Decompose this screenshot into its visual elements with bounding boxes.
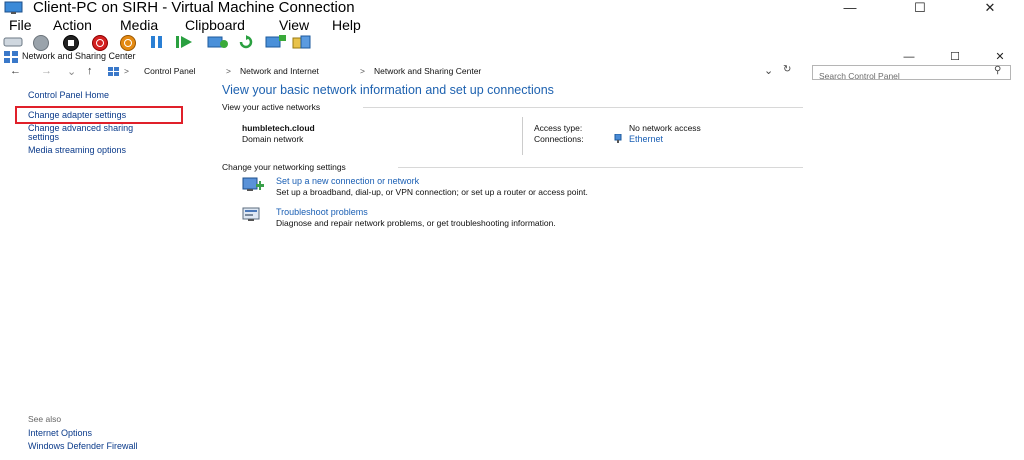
explorer-title: Network and Sharing Center [22,51,136,61]
menu-media[interactable]: Media [120,17,158,33]
access-type-value: No network access [629,123,701,133]
troubleshoot-icon [242,207,260,221]
power-icon[interactable] [120,35,136,51]
troubleshoot-description: Diagnose and repair network problems, or… [276,218,556,228]
minimize-button[interactable]: — [830,0,870,16]
connections-label: Connections: [534,134,584,144]
menu-help[interactable]: Help [332,17,361,33]
address-dropdown-button[interactable]: ⌄ [764,64,773,77]
section-divider [363,107,803,108]
share-icon[interactable] [292,35,312,49]
section-divider [398,167,803,168]
shutdown-icon[interactable] [92,35,108,51]
window-title: Client-PC on SIRH - Virtual Machine Conn… [33,0,355,16]
access-type-label: Access type: [534,123,583,133]
address-bar[interactable]: > Control Panel > Network and Internet >… [106,64,800,79]
ethernet-link[interactable]: Ethernet [629,134,663,144]
menu-clipboard[interactable]: Clipboard [185,17,245,33]
change-settings-label: Change your networking settings [222,162,346,172]
refresh-button[interactable]: ↻ [783,64,791,75]
troubleshoot-problems-link[interactable]: Troubleshoot problems [276,207,368,217]
back-button[interactable]: ← [10,65,21,77]
internet-options-link[interactable]: Internet Options [28,428,92,438]
setup-connection-link[interactable]: Set up a new connection or network [276,176,419,186]
control-panel-icon [108,67,119,76]
explorer-minimize-button[interactable]: — [894,50,924,64]
maximize-button[interactable]: ☐ [900,0,940,16]
close-button[interactable]: ✕ [970,0,1010,16]
change-adapter-settings-link[interactable]: Change adapter settings [28,110,126,120]
explorer-close-button[interactable]: ✕ [985,50,1015,64]
menu-action[interactable]: Action [53,17,92,33]
breadcrumb-separator: > [360,66,365,76]
breadcrumb-network-and-internet[interactable]: Network and Internet [240,66,319,76]
media-streaming-options-link[interactable]: Media streaming options [28,145,126,155]
resume-icon[interactable] [176,36,194,49]
network-name: humbletech.cloud [242,123,315,133]
search-box[interactable]: ⚲ [812,65,1011,82]
menu-file[interactable]: File [9,17,32,33]
menu-bar: File Action Media Clipboard View Help [0,17,1024,34]
up-button[interactable]: ↑ [87,65,93,77]
vm-connection-icon [4,1,23,14]
breadcrumb-separator: > [226,66,231,76]
setup-connection-description: Set up a broadband, dial-up, or VPN conn… [276,187,588,197]
pause-icon[interactable] [150,36,164,49]
new-connection-icon [242,177,264,191]
breadcrumb-control-panel[interactable]: Control Panel [144,66,196,76]
vm-title-bar: Client-PC on SIRH - Virtual Machine Conn… [0,0,1024,17]
address-bar-row: ← → ⌄ ↑ > Control Panel > Network and In… [0,64,1024,82]
explorer-restore-button[interactable]: ☐ [940,50,970,64]
ctrl-alt-del-icon[interactable] [3,37,23,47]
turn-off-icon[interactable] [63,35,79,51]
checkpoint-icon[interactable] [207,35,229,49]
breadcrumb-separator: > [124,66,129,76]
recent-locations-button[interactable]: ⌄ [67,65,76,78]
forward-button[interactable]: → [41,65,52,77]
search-icon[interactable]: ⚲ [994,65,1001,76]
explorer-title-bar: Network and Sharing Center — ☐ ✕ [0,50,1024,64]
network-type[interactable]: Domain network [242,134,303,144]
control-panel-home-link[interactable]: Control Panel Home [28,90,109,100]
page-heading: View your basic network information and … [222,83,554,97]
enhanced-session-icon[interactable] [265,35,287,49]
start-icon[interactable] [33,35,49,51]
vm-toolbar [0,34,1024,51]
ethernet-icon [614,134,622,143]
change-advanced-sharing-link-line2[interactable]: settings [28,132,59,142]
windows-defender-firewall-link[interactable]: Windows Defender Firewall [28,441,138,451]
breadcrumb-network-and-sharing-center[interactable]: Network and Sharing Center [374,66,481,76]
active-networks-label: View your active networks [222,102,321,112]
see-also-label: See also [28,414,62,424]
vertical-divider [522,117,523,155]
network-center-icon [4,51,18,63]
search-input[interactable] [813,70,989,82]
revert-icon[interactable] [238,35,254,49]
menu-view[interactable]: View [279,17,309,33]
